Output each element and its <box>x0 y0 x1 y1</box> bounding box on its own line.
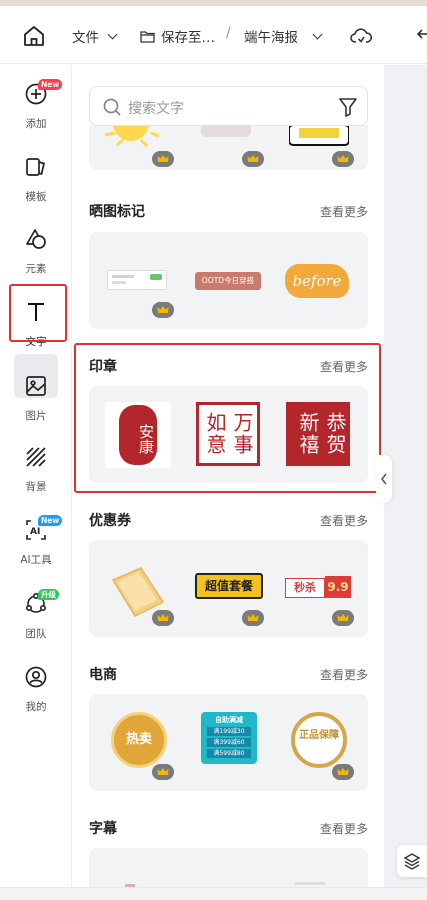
sidebar-item-label: 背景 <box>25 481 47 493</box>
premium-crown-badge <box>332 151 354 167</box>
discount-table-thumb[interactable]: 自助满减 满199减30 满399减60 满599减80 <box>201 712 257 764</box>
premium-crown-badge <box>242 151 264 167</box>
crown-icon <box>157 306 169 313</box>
file-menu-label: 文件 <box>72 30 99 46</box>
flash-sale-thumb[interactable]: 秒杀 <box>285 578 325 598</box>
section-title: 字幕 <box>89 821 117 837</box>
ootd-label-thumb[interactable]: OOTD今日穿搭 <box>195 272 261 290</box>
photo-mark-card: OOTD今日穿搭 before <box>89 232 368 329</box>
see-more-link[interactable]: 查看更多 <box>320 203 368 220</box>
sidebar-item-elements[interactable]: 元素 <box>0 227 72 291</box>
section-title: 晒图标记 <box>89 204 145 220</box>
new-badge: New <box>38 515 63 526</box>
see-more-link[interactable]: 查看更多 <box>320 820 368 837</box>
top-bar: 文件 保存至… / 端午海报 <box>0 6 427 64</box>
filter-icon[interactable] <box>339 97 357 117</box>
genuine-guarantee-thumb[interactable]: 正品保障 <box>291 712 347 768</box>
sidebar-item-label: 模板 <box>25 191 47 203</box>
sidebar-item-team[interactable]: 升级 团队 <box>0 589 72 656</box>
sticker-thumb[interactable] <box>201 125 251 137</box>
sidebar-item-label: 添加 <box>25 118 47 130</box>
crown-icon <box>157 614 169 621</box>
left-sidebar: New 添加 模板 元素 文字 图片 背景 AI New AI工具 升级 团队 … <box>0 65 72 900</box>
undo-icon[interactable] <box>416 28 427 44</box>
sidebar-item-label: 图片 <box>25 410 47 422</box>
crown-icon <box>337 768 349 775</box>
save-to-button[interactable]: 保存至… <box>140 26 215 46</box>
stamp-section-highlight-box <box>74 343 381 493</box>
new-badge: New <box>38 79 63 90</box>
search-box[interactable]: 搜索文字 <box>89 86 368 126</box>
crown-icon <box>247 614 259 621</box>
coupon-line: 满599减80 <box>207 749 251 758</box>
file-menu[interactable]: 文件 <box>72 26 118 46</box>
sidebar-item-label: 我的 <box>25 701 47 713</box>
chat-bubble-thumb[interactable] <box>107 270 167 290</box>
project-name: 端午海报 <box>244 30 298 46</box>
shapes-icon <box>26 229 46 249</box>
chevron-down-icon <box>107 29 118 39</box>
search-icon <box>103 98 121 116</box>
layers-icon <box>403 853 421 870</box>
ecommerce-card: 热卖 自助满减 满199减30 满399减60 满599减80 正品保障 <box>89 694 368 791</box>
search-placeholder: 搜索文字 <box>128 101 184 117</box>
svg-text:AI: AI <box>30 527 40 537</box>
before-label-thumb[interactable]: before <box>285 264 349 298</box>
premium-crown-badge <box>152 151 174 167</box>
sidebar-item-label: AI工具 <box>20 554 52 566</box>
sidebar-item-add[interactable]: New 添加 <box>0 79 72 146</box>
crown-icon <box>157 768 169 775</box>
chevron-left-icon <box>381 473 387 485</box>
collapse-panel-button[interactable] <box>376 455 392 503</box>
premium-crown-badge <box>152 764 174 780</box>
sidebar-item-label: 元素 <box>25 263 47 275</box>
sun-sticker-thumb[interactable] <box>101 125 161 155</box>
cloud-sync-icon[interactable] <box>350 26 372 46</box>
image-icon <box>26 376 46 396</box>
partial-sticker-card <box>89 125 368 170</box>
layers-button[interactable] <box>397 845 427 877</box>
crown-icon <box>157 155 169 162</box>
sidebar-item-ai-tools[interactable]: AI New AI工具 <box>0 515 72 582</box>
hot-sale-badge-thumb[interactable]: 热卖 <box>111 712 167 768</box>
crown-icon <box>247 155 259 162</box>
coupon-line: 满399减60 <box>207 738 251 747</box>
template-icon <box>26 158 46 176</box>
sidebar-item-label: 团队 <box>25 628 47 640</box>
home-icon[interactable] <box>22 24 46 48</box>
section-title: 优惠券 <box>89 513 131 529</box>
folder-icon <box>140 30 155 43</box>
bottom-bar <box>0 887 427 900</box>
premium-crown-badge <box>242 610 264 626</box>
sidebar-item-templates[interactable]: 模板 <box>0 155 72 219</box>
user-icon <box>25 666 47 688</box>
crown-icon <box>337 155 349 162</box>
sidebar-item-mine[interactable]: 我的 <box>0 665 72 729</box>
save-to-label: 保存至… <box>161 30 215 46</box>
premium-crown-badge <box>332 764 354 780</box>
crown-icon <box>337 614 349 621</box>
premium-crown-badge <box>332 610 354 626</box>
coupon-card: 超值套餐 秒杀 9.9 <box>89 540 368 637</box>
coupon-title: 自助满减 <box>215 716 243 724</box>
coupon-line: 满199减30 <box>207 727 251 736</box>
chevron-down-icon <box>312 29 323 39</box>
price-tag-thumb[interactable]: 9.9 <box>325 576 351 598</box>
sidebar-item-images[interactable]: 图片 <box>0 374 72 438</box>
project-name-menu[interactable]: 端午海报 <box>244 26 323 46</box>
upgrade-badge: 升级 <box>38 589 59 600</box>
premium-crown-badge <box>152 302 174 318</box>
text-item-highlight-box <box>9 284 67 342</box>
premium-crown-badge <box>152 610 174 626</box>
value-combo-thumb[interactable]: 超值套餐 <box>195 573 263 599</box>
background-pattern-icon <box>26 447 46 467</box>
section-title: 电商 <box>89 667 117 683</box>
breadcrumb-separator: / <box>226 25 231 41</box>
sidebar-item-background[interactable]: 背景 <box>0 445 72 509</box>
see-more-link[interactable]: 查看更多 <box>320 666 368 683</box>
see-more-link[interactable]: 查看更多 <box>320 512 368 529</box>
comic-sticker-thumb[interactable] <box>289 125 349 147</box>
